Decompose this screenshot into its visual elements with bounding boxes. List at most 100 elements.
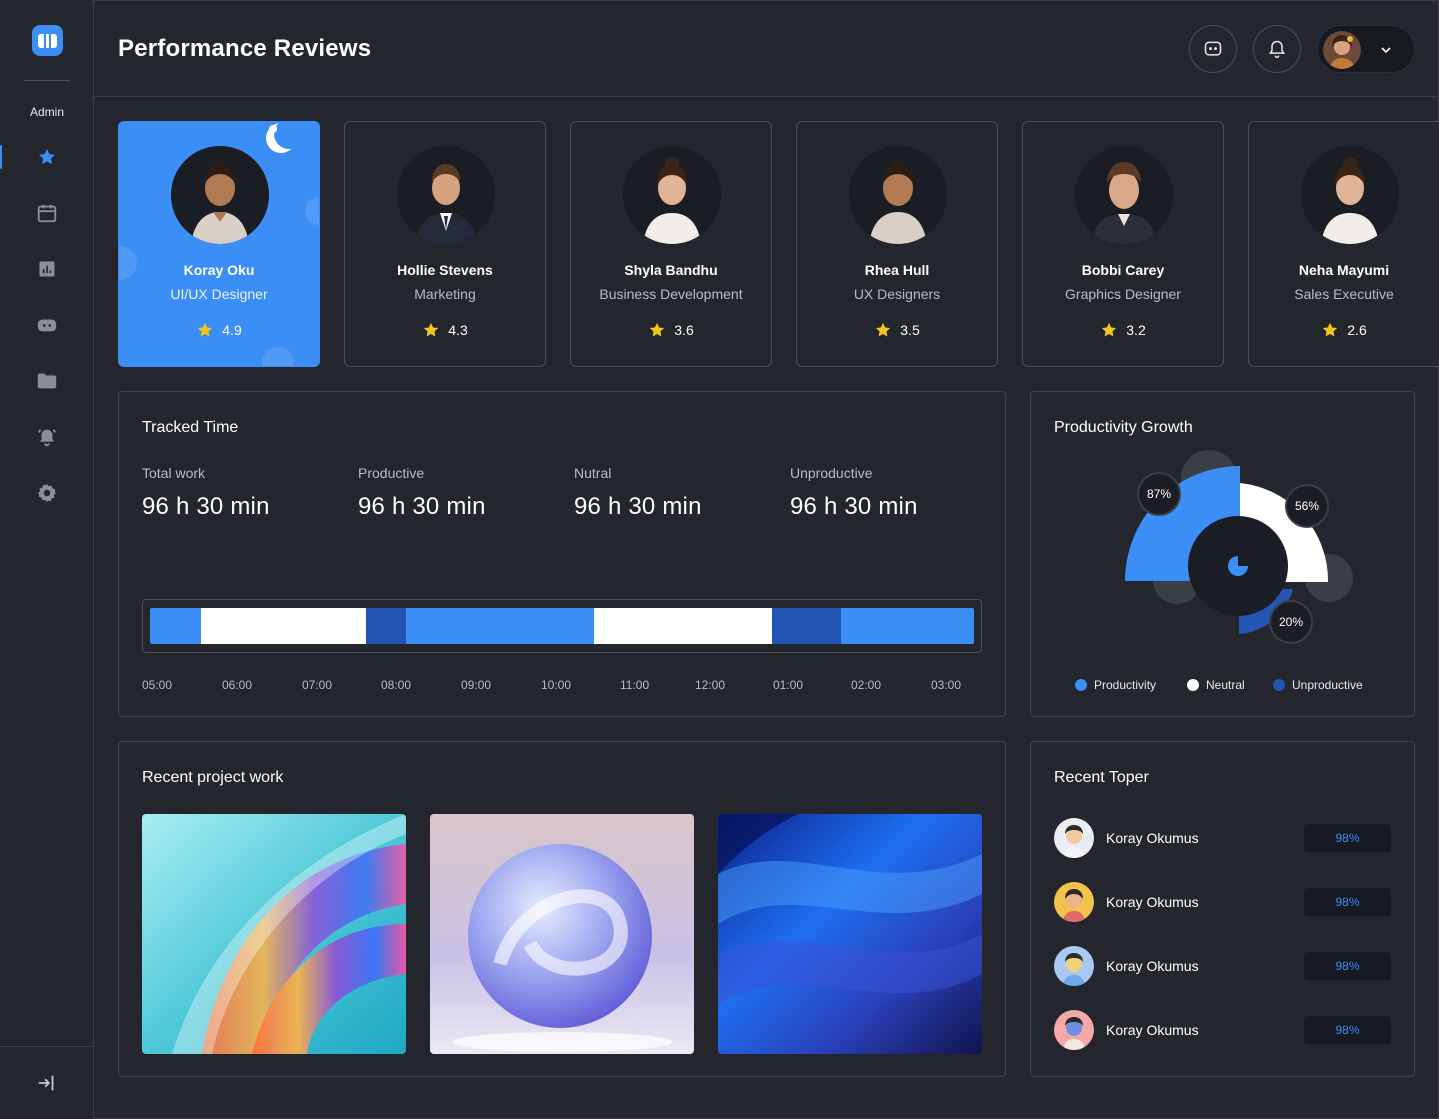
sidebar-item-settings[interactable] (0, 475, 94, 511)
panel-title: Recent Toper (1054, 769, 1149, 786)
employee-rating: 4.3 (345, 321, 545, 339)
project-thumbnail[interactable] (142, 814, 406, 1054)
toper-row[interactable]: Koray Okumus 98% (1054, 882, 1391, 922)
chat-icon (1204, 41, 1222, 56)
time-tick: 06:00 (222, 678, 253, 692)
time-tracking-bar[interactable] (142, 599, 982, 653)
unproductive-label: 20% (1279, 615, 1303, 629)
toper-row[interactable]: Koray Okumus 98% (1054, 818, 1391, 858)
employee-card[interactable]: Bobbi Carey Graphics Designer 3.2 (1022, 121, 1224, 367)
stat-value: 96 h 30 min (574, 493, 702, 520)
star-icon (198, 322, 213, 337)
sidebar-item-calendar[interactable] (0, 195, 94, 231)
time-tick: 02:00 (851, 678, 882, 692)
score-badge: 98% (1304, 824, 1391, 852)
rating-value: 4.3 (448, 322, 468, 338)
rating-value: 2.6 (1347, 322, 1367, 338)
employee-name: Rhea Hull (864, 262, 930, 278)
legend-label: Productivity (1094, 678, 1157, 692)
gamepad-icon (37, 319, 57, 332)
employee-rating: 3.5 (797, 321, 997, 339)
employee-avatar (1075, 146, 1173, 244)
neutral-label: 56% (1295, 499, 1319, 513)
timeline-segment-productive (841, 608, 974, 644)
chart-icon (39, 261, 55, 277)
chevron-down-icon (1381, 47, 1391, 54)
employee-role: UX Designers (853, 286, 941, 302)
employee-avatar (849, 146, 947, 244)
time-tick: 05:00 (142, 678, 173, 692)
sidebar-item-reviews[interactable] (0, 139, 94, 175)
time-tick: 11:00 (620, 678, 650, 692)
legend-dot (1187, 679, 1199, 691)
recent-projects-panel: Recent project work (118, 741, 1006, 1077)
score-badge: 98% (1304, 1016, 1391, 1044)
employee-card[interactable]: Hollie Stevens Marketing 4.3 (344, 121, 546, 367)
employee-avatar (171, 146, 269, 244)
sidebar-item-analytics[interactable] (0, 251, 94, 287)
toper-avatar (1054, 882, 1094, 922)
stat-productive: Productive 96 h 30 min (358, 465, 486, 521)
project-thumbnail[interactable] (718, 814, 982, 1054)
employee-card[interactable]: Koray Oku UI/UX Designer 4.9 (118, 121, 320, 367)
toper-name: Koray Okumus (1106, 1022, 1199, 1038)
legend-label: Neutral (1206, 678, 1245, 692)
timeline-segment-productive (406, 608, 594, 644)
calendar-icon (37, 204, 57, 223)
page-title: Performance Reviews (118, 35, 372, 62)
employee-avatar (397, 146, 495, 244)
score-badge: 98% (1304, 952, 1391, 980)
sidebar-item-alerts[interactable] (0, 419, 94, 455)
employee-role: Business Development (599, 286, 743, 302)
employee-name: Koray Oku (183, 262, 255, 278)
star-icon (1323, 322, 1338, 337)
productivity-chart[interactable]: 87% 56% 20% (1031, 392, 1416, 718)
toper-name: Koray Okumus (1106, 894, 1199, 910)
star-icon (876, 322, 891, 337)
app-logo[interactable] (32, 25, 63, 56)
employee-rating: 2.6 (1249, 321, 1439, 339)
rating-value: 4.9 (222, 322, 242, 338)
toper-row[interactable]: Koray Okumus 98% (1054, 1010, 1391, 1050)
recent-toper-panel: Recent Toper Koray Okumus 98% Koray Okum… (1030, 741, 1415, 1077)
sidebar-item-games[interactable] (0, 307, 94, 343)
logout-button[interactable] (0, 1065, 94, 1101)
toper-name: Koray Okumus (1106, 958, 1199, 974)
employee-role: Marketing (414, 286, 476, 302)
stat-total-work: Total work 96 h 30 min (142, 465, 270, 521)
stat-label: Productive (358, 465, 425, 481)
employee-card[interactable]: Rhea Hull UX Designers 3.5 (796, 121, 998, 367)
time-tick: 03:00 (931, 678, 962, 692)
sidebar-item-files[interactable] (0, 363, 94, 399)
legend-dot (1273, 679, 1285, 691)
settings-icon (37, 483, 57, 503)
employee-card[interactable]: Shyla Bandhu Business Development 3.6 (570, 121, 772, 367)
messages-button[interactable] (1189, 25, 1237, 73)
star-icon (424, 322, 439, 337)
star-icon (39, 149, 55, 165)
rating-value: 3.6 (674, 322, 694, 338)
alarm-icon (37, 429, 57, 447)
stat-label: Nutral (574, 465, 612, 481)
stat-unproductive: Unproductive 96 h 30 min (790, 465, 918, 521)
employee-avatar (623, 146, 721, 244)
employee-name: Bobbi Carey (1081, 262, 1165, 278)
profile-menu-button[interactable] (1317, 25, 1415, 73)
toper-row[interactable]: Koray Okumus 98% (1054, 946, 1391, 986)
employee-rating: 3.6 (571, 321, 771, 339)
notifications-button[interactable] (1253, 25, 1301, 73)
employee-rating: 4.9 (119, 321, 319, 339)
timeline-segment-unproductive (772, 608, 841, 644)
legend-productivity: Productivity (1075, 678, 1156, 692)
project-thumbnail[interactable] (430, 814, 694, 1054)
time-tick: 10:00 (541, 678, 572, 692)
stat-value: 96 h 30 min (790, 493, 918, 520)
employee-role: Graphics Designer (1065, 286, 1181, 302)
timeline-segment-productive (150, 608, 201, 644)
employee-card[interactable]: Neha Mayumi Sales Executive 2.6 (1248, 121, 1439, 367)
employee-name: Neha Mayumi (1298, 262, 1390, 278)
employee-name: Shyla Bandhu (624, 262, 718, 278)
time-tick: 12:00 (695, 678, 726, 692)
legend-label: Unproductive (1292, 678, 1363, 692)
stat-value: 96 h 30 min (358, 493, 486, 520)
